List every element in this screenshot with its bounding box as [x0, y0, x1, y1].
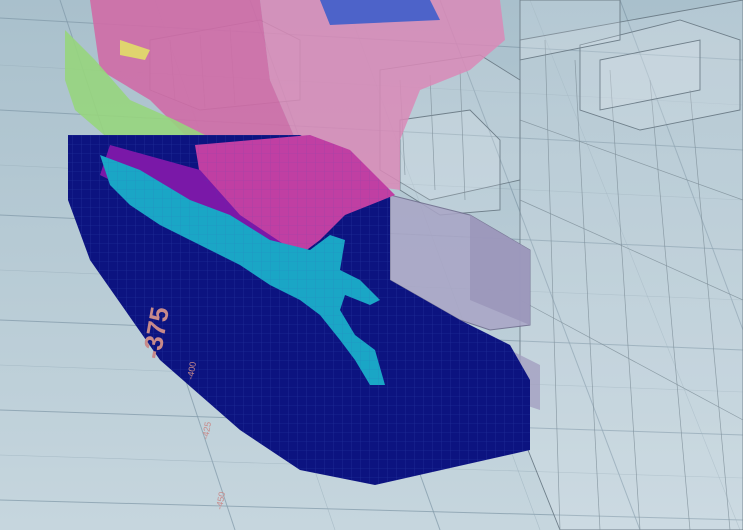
ghost-structure-right — [519, 0, 743, 530]
block-model-scene: -375 -400 -425 -450 — [0, 0, 743, 530]
3d-viewport[interactable]: -375 -400 -425 -450 — [0, 0, 743, 530]
